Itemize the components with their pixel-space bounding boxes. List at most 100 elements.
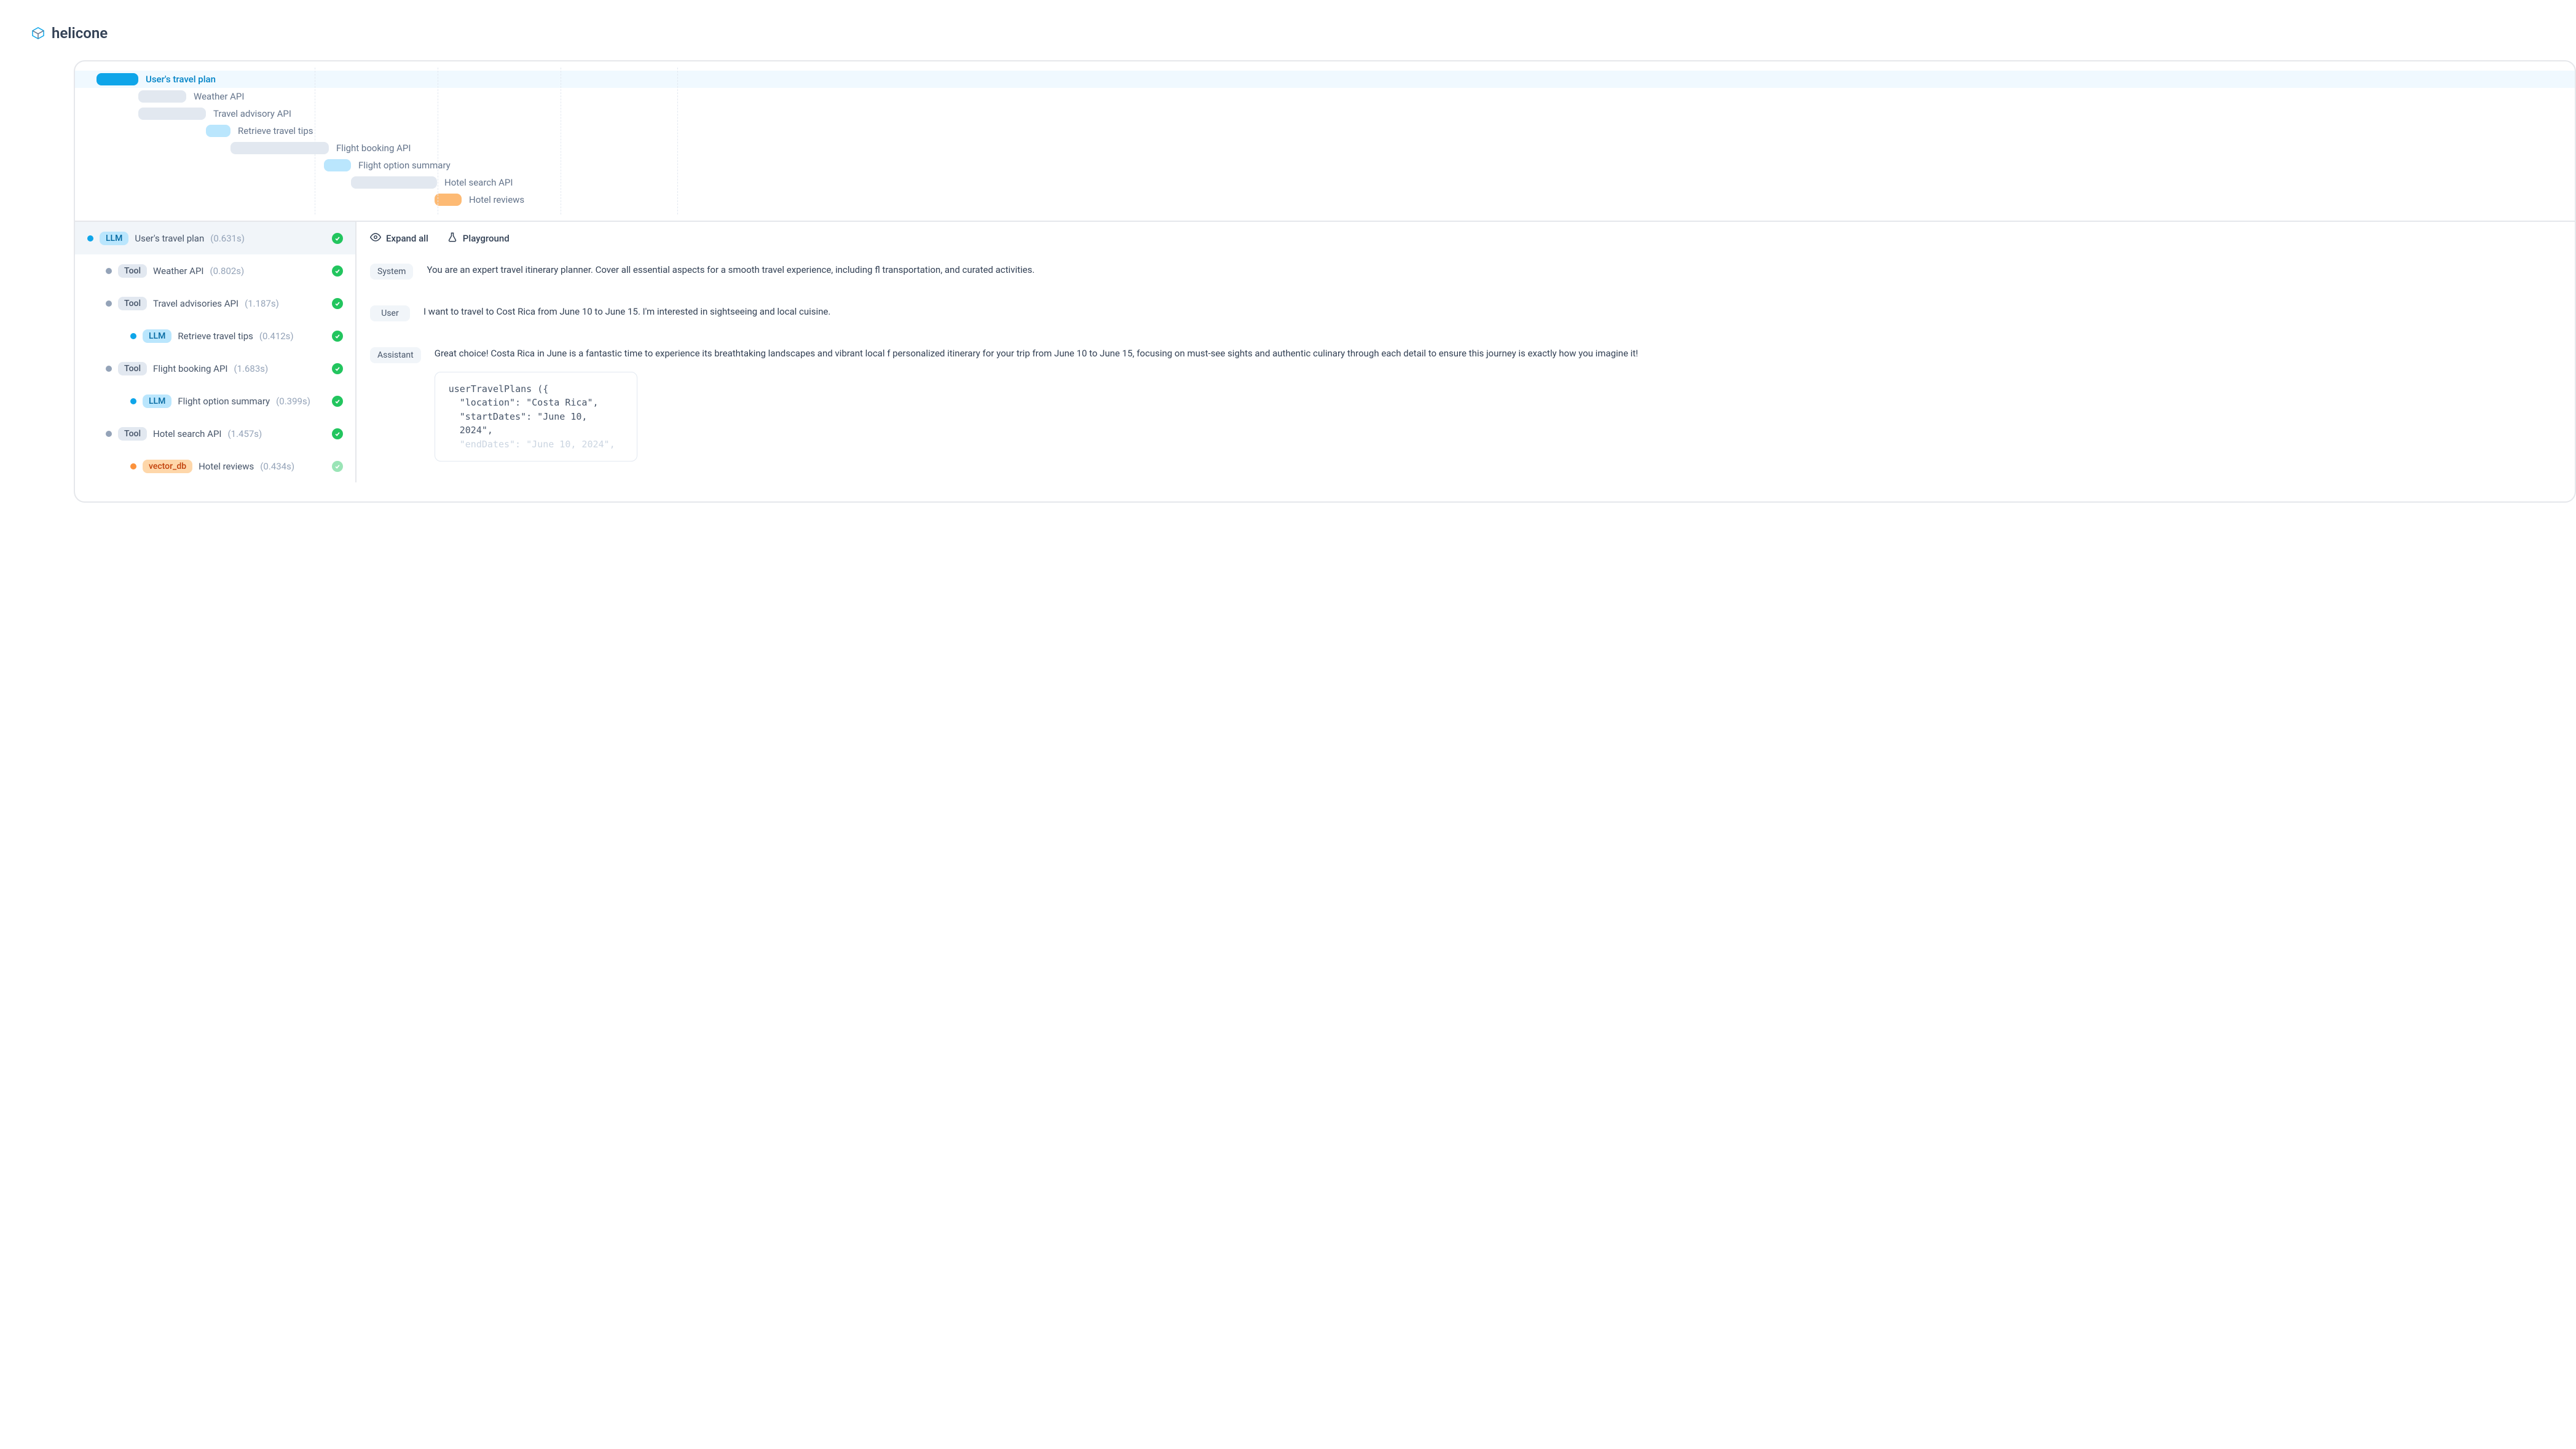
timeline-row[interactable]: Hotel reviews (75, 191, 2575, 208)
expand-all-button[interactable]: Expand all (370, 232, 428, 245)
role-badge-user: User (370, 305, 410, 321)
trace-type-badge: vector_db (143, 460, 192, 473)
eye-icon (370, 232, 381, 245)
timeline-row[interactable]: Retrieve travel tips (75, 122, 2575, 139)
trace-type-badge: Tool (118, 427, 147, 441)
timeline-label: User's travel plan (146, 74, 216, 85)
trace-duration: (0.434s) (260, 461, 294, 472)
success-check-icon (332, 233, 343, 244)
main-panel: User's travel plan Weather API Travel advi… (74, 60, 2576, 503)
success-check-icon (332, 331, 343, 342)
timeline-label: Weather API (194, 91, 244, 102)
code-line: "endDates": "June 10, 2024", (449, 438, 623, 452)
trace-name: Hotel search API (153, 428, 221, 439)
trace-row[interactable]: Tool Hotel search API (1.457s) (75, 417, 355, 450)
success-check-icon (332, 396, 343, 407)
success-check-icon (332, 428, 343, 439)
timeline-row[interactable]: Travel advisory API (75, 105, 2575, 122)
trace-dot (130, 333, 136, 339)
timeline-bar (230, 142, 329, 154)
message-text: You are an expert travel itinerary plann… (427, 264, 1034, 277)
code-line: "location": "Costa Rica", (449, 396, 623, 410)
timeline-label: Retrieve travel tips (238, 125, 313, 136)
trace-dot (106, 300, 112, 307)
message-text: I want to travel to Cost Rica from June … (423, 305, 830, 319)
playground-button[interactable]: Playground (447, 232, 510, 245)
trace-name: Weather API (153, 265, 203, 277)
message-user: User I want to travel to Cost Rica from … (370, 305, 2561, 321)
trace-type-badge: LLM (143, 395, 171, 408)
timeline-row[interactable]: Flight option summary (75, 157, 2575, 174)
trace-row[interactable]: Tool Flight booking API (1.683s) (75, 352, 355, 385)
code-block: userTravelPlans ({ "location": "Costa Ri… (435, 372, 637, 462)
playground-label: Playground (463, 233, 510, 244)
role-badge-assistant: Assistant (370, 347, 421, 363)
timeline-chart: User's travel plan Weather API Travel advi… (75, 61, 2575, 221)
message-system: System You are an expert travel itinerar… (370, 264, 2561, 280)
success-check-icon (332, 265, 343, 277)
details-pane: Expand all Playground System You are an … (356, 222, 2575, 482)
trace-name: Hotel reviews (199, 461, 254, 472)
message-list: System You are an expert travel itinerar… (356, 254, 2575, 471)
trace-row[interactable]: LLM Flight option summary (0.399s) (75, 385, 355, 417)
trace-duration: (0.631s) (210, 233, 245, 244)
trace-duration: (1.683s) (234, 363, 268, 374)
trace-name: Travel advisories API (153, 298, 238, 309)
trace-row[interactable]: LLM Retrieve travel tips (0.412s) (75, 320, 355, 352)
trace-duration: (1.187s) (245, 298, 279, 309)
trace-duration: (0.802s) (210, 265, 245, 277)
message-assistant: Assistant Great choice! Costa Rica in Ju… (370, 347, 2561, 461)
trace-dot (106, 431, 112, 437)
details-toolbar: Expand all Playground (356, 222, 2575, 254)
code-line: userTravelPlans ({ (449, 382, 623, 396)
trace-name: Flight booking API (153, 363, 227, 374)
success-check-icon (332, 298, 343, 309)
trace-duration: (1.457s) (228, 428, 262, 439)
timeline-bar (435, 194, 462, 206)
trace-dot (87, 235, 93, 242)
code-line: "startDates": "June 10, 2024", (449, 410, 623, 438)
trace-row[interactable]: Tool Travel advisories API (1.187s) (75, 287, 355, 320)
trace-name: Flight option summary (178, 396, 270, 407)
timeline-bar (138, 90, 186, 103)
expand-all-label: Expand all (386, 233, 428, 244)
brand-header: helicone (31, 25, 2576, 42)
timeline-label: Flight booking API (336, 143, 411, 154)
trace-type-badge: Tool (118, 297, 147, 310)
trace-type-badge: LLM (143, 329, 171, 343)
success-check-icon (332, 461, 343, 472)
trace-dot (106, 366, 112, 372)
brand-name: helicone (52, 25, 108, 42)
trace-name: User's travel plan (135, 233, 204, 244)
trace-row[interactable]: LLM User's travel plan (0.631s) (75, 222, 355, 254)
trace-type-badge: Tool (118, 264, 147, 278)
trace-row[interactable]: Tool Weather API (0.802s) (75, 254, 355, 287)
timeline-row[interactable]: User's travel plan (75, 71, 2575, 88)
trace-dot (130, 463, 136, 469)
trace-tree: LLM User's travel plan (0.631s) Tool Weather… (75, 222, 356, 482)
timeline-label: Hotel reviews (469, 194, 524, 205)
success-check-icon (332, 363, 343, 374)
trace-duration: (0.412s) (259, 331, 294, 342)
trace-dot (106, 268, 112, 274)
timeline-row[interactable]: Flight booking API (75, 139, 2575, 157)
brand-logo-icon (31, 26, 45, 41)
timeline-label: Hotel search API (444, 177, 513, 188)
trace-name: Retrieve travel tips (178, 331, 253, 342)
trace-type-badge: LLM (100, 232, 128, 245)
trace-dot (130, 398, 136, 404)
trace-duration: (0.399s) (276, 396, 310, 407)
message-text: Great choice! Costa Rica in June is a fa… (435, 347, 2561, 361)
timeline-bar (97, 73, 138, 85)
timeline-row[interactable]: Hotel search API (75, 174, 2575, 191)
timeline-bar (138, 108, 206, 120)
timeline-bar (351, 176, 437, 189)
flask-icon (447, 232, 458, 245)
trace-type-badge: Tool (118, 362, 147, 375)
timeline-label: Travel advisory API (213, 108, 291, 119)
timeline-row[interactable]: Weather API (75, 88, 2575, 105)
timeline-bar (206, 125, 230, 137)
role-badge-system: System (370, 264, 413, 280)
trace-row[interactable]: vector_db Hotel reviews (0.434s) (75, 450, 355, 482)
timeline-label: Flight option summary (358, 160, 451, 171)
